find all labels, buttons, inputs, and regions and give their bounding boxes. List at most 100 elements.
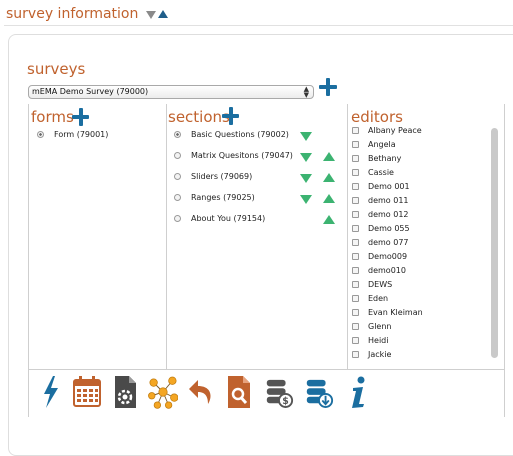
editor-name: Bethany (368, 154, 402, 163)
sections-column (166, 104, 347, 370)
page-title: survey information (6, 6, 139, 22)
database-download-icon[interactable] (304, 374, 334, 410)
survey-select-value: mEMA Demo Survey (79000) (32, 87, 149, 96)
select-arrows-icon: ▲ ▼ (303, 85, 309, 99)
editor-name: DEWS (368, 280, 393, 289)
section-item[interactable]: Matrix Quesitons (79047) (174, 151, 293, 160)
editor-checkbox[interactable] (352, 337, 359, 344)
section-item-label: Ranges (79025) (191, 193, 255, 202)
move-up-icon[interactable] (323, 215, 335, 224)
editor-item[interactable]: demo 077 (352, 238, 409, 247)
editor-item[interactable]: Jackie (352, 350, 391, 359)
editor-checkbox[interactable] (352, 253, 359, 260)
editor-checkbox[interactable] (352, 197, 359, 204)
section-item[interactable]: Basic Questions (79002) (174, 130, 289, 139)
form-radio[interactable] (37, 131, 44, 138)
editor-checkbox[interactable] (352, 351, 359, 358)
editor-checkbox[interactable] (352, 211, 359, 218)
editor-name: Angela (368, 140, 396, 149)
editor-item[interactable]: Demo 055 (352, 224, 410, 233)
editor-checkbox[interactable] (352, 127, 359, 134)
forms-column (28, 104, 166, 370)
add-survey-plus-icon[interactable] (319, 78, 337, 96)
move-down-icon[interactable] (300, 132, 312, 141)
editors-scrollbar[interactable] (491, 128, 498, 358)
move-down-icon[interactable] (300, 153, 312, 162)
editor-checkbox[interactable] (352, 267, 359, 274)
section-item[interactable]: About You (79154) (174, 214, 265, 223)
section-item-label: Sliders (79069) (191, 172, 253, 181)
editor-checkbox[interactable] (352, 155, 359, 162)
section-radio[interactable] (174, 194, 181, 201)
network-icon[interactable] (148, 374, 178, 410)
survey-select[interactable]: mEMA Demo Survey (79000) ▲ ▼ (28, 85, 314, 99)
svg-text:$: $ (282, 396, 289, 407)
document-gear-icon[interactable] (110, 374, 140, 410)
editor-item[interactable]: Bethany (352, 154, 401, 163)
editor-item[interactable]: demo 012 (352, 210, 409, 219)
editor-item[interactable]: Glenn (352, 322, 391, 331)
editor-item[interactable]: Demo009 (352, 252, 407, 261)
editor-checkbox[interactable] (352, 183, 359, 190)
section-radio[interactable] (174, 152, 181, 159)
editor-name: demo010 (368, 266, 406, 275)
editor-name: Evan Kleiman (368, 308, 423, 317)
add-form-plus-icon[interactable] (72, 108, 89, 126)
editor-checkbox[interactable] (352, 239, 359, 246)
section-radio[interactable] (174, 173, 181, 180)
editor-name: Albany Peace (368, 126, 422, 135)
section-radio[interactable] (174, 215, 181, 222)
editor-item[interactable]: DEWS (352, 280, 392, 289)
move-down-icon[interactable] (300, 195, 312, 204)
editor-name: demo 012 (368, 210, 409, 219)
editor-checkbox[interactable] (352, 281, 359, 288)
editor-item[interactable]: Cassie (352, 168, 394, 177)
editor-checkbox[interactable] (352, 141, 359, 148)
editor-name: Eden (368, 294, 389, 303)
editor-checkbox[interactable] (352, 323, 359, 330)
undo-arrow-icon[interactable] (186, 374, 216, 410)
surveys-label: surveys (27, 60, 86, 78)
editor-item[interactable]: demo010 (352, 266, 406, 275)
editor-checkbox[interactable] (352, 169, 359, 176)
form-item-label: Form (79001) (54, 130, 109, 139)
forms-label: forms (31, 108, 74, 126)
move-down-icon[interactable] (300, 174, 312, 183)
triangle-down-icon[interactable] (146, 11, 157, 19)
editor-checkbox[interactable] (352, 309, 359, 316)
lightning-icon[interactable] (36, 374, 66, 410)
move-up-icon[interactable] (323, 173, 335, 182)
add-section-plus-icon[interactable] (222, 107, 239, 125)
editor-item[interactable]: demo 011 (352, 196, 409, 205)
editor-name: Glenn (368, 322, 392, 331)
editor-name: demo 011 (368, 196, 409, 205)
form-item[interactable]: Form (79001) (37, 130, 108, 139)
section-item-label: Basic Questions (79002) (191, 130, 289, 139)
editors-label: editors (351, 108, 403, 126)
editor-checkbox[interactable] (352, 225, 359, 232)
header-divider (4, 25, 513, 26)
editor-item[interactable]: Angela (352, 140, 396, 149)
section-item[interactable]: Sliders (79069) (174, 172, 252, 181)
editor-checkbox[interactable] (352, 295, 359, 302)
editor-name: Heidi (368, 336, 389, 345)
database-dollar-icon[interactable]: $ (264, 374, 294, 410)
editor-item[interactable]: Eden (352, 294, 388, 303)
editor-item[interactable]: Heidi (352, 336, 388, 345)
survey-information-header: survey information (6, 4, 169, 24)
document-search-icon[interactable] (224, 374, 254, 410)
editor-name: Demo 001 (368, 182, 410, 191)
triangle-up-icon[interactable] (158, 10, 169, 18)
move-up-icon[interactable] (323, 152, 335, 161)
editor-item[interactable]: Demo 001 (352, 182, 410, 191)
info-icon[interactable] (344, 374, 374, 410)
section-item[interactable]: Ranges (79025) (174, 193, 255, 202)
section-item-label: Matrix Quesitons (79047) (191, 151, 293, 160)
editor-item[interactable]: Albany Peace (352, 126, 422, 135)
editor-name: Cassie (368, 168, 394, 177)
section-radio[interactable] (174, 131, 181, 138)
move-up-icon[interactable] (323, 194, 335, 203)
editor-item[interactable]: Evan Kleiman (352, 308, 423, 317)
section-item-label: About You (79154) (191, 214, 266, 223)
calendar-icon[interactable] (72, 374, 102, 410)
